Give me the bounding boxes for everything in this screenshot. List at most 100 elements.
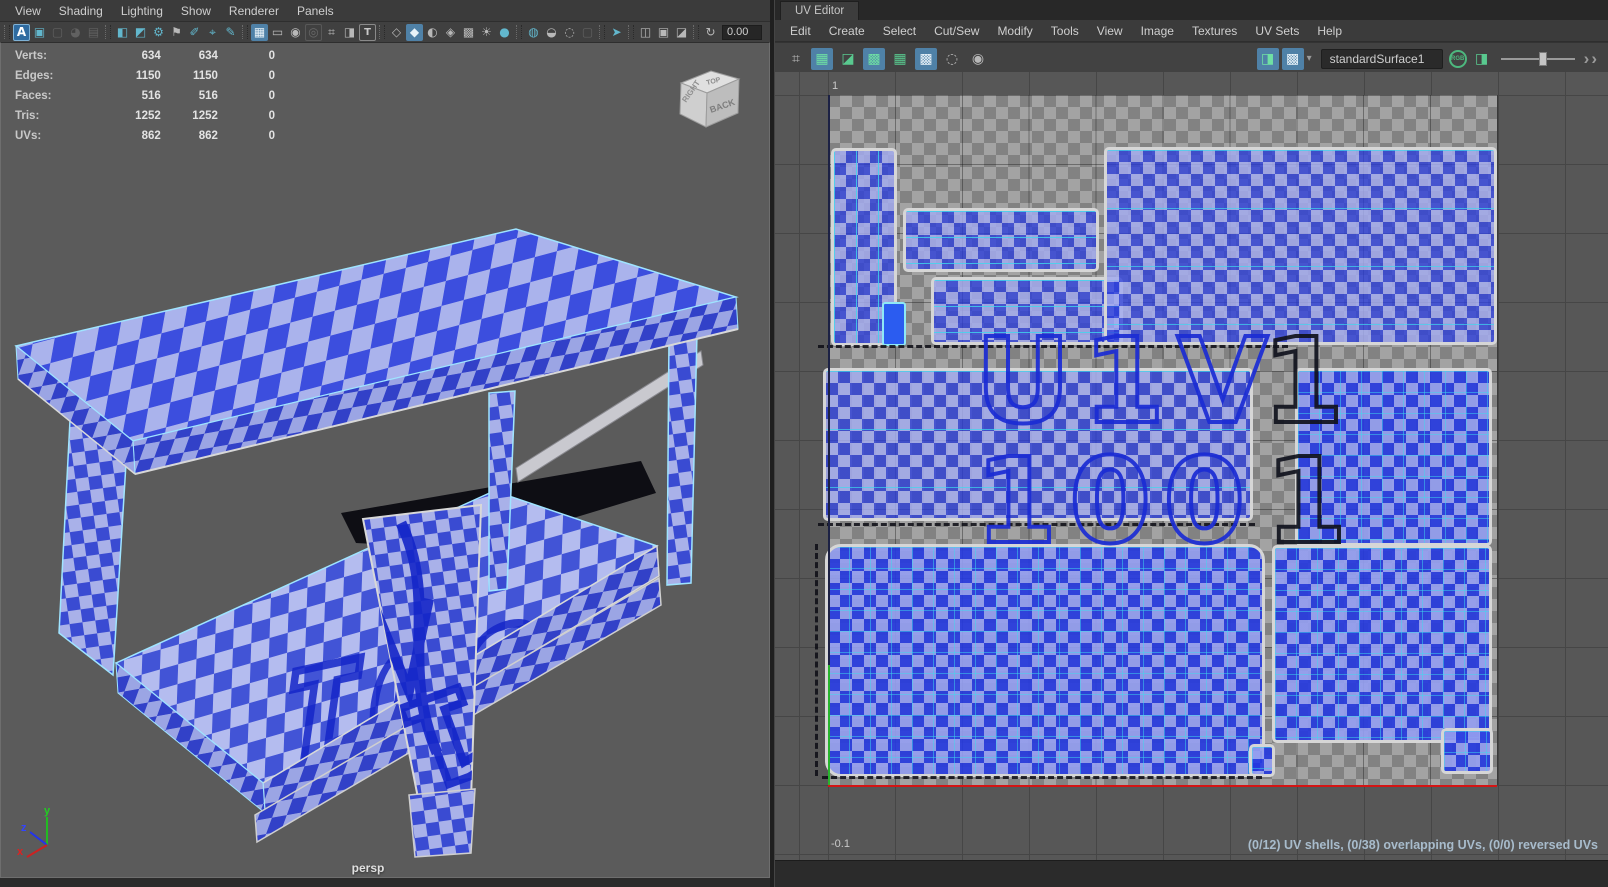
axis-z-label: z <box>21 822 27 834</box>
viewport-menubar: View Shading Lighting Show Renderer Panels <box>0 0 770 22</box>
camera-lock-icon[interactable]: ◩ <box>132 24 149 41</box>
axis-x-label: x <box>17 846 24 858</box>
textured-icon[interactable]: ◈ <box>442 24 459 41</box>
bookmark-icon[interactable]: ⚑ <box>168 24 185 41</box>
viewport-toolbar: A ▣ ▢ ◕ ▤ ◧ ◩ ⚙ ⚑ ✐ ⌖ ✎ ▦ ▭ ◉ ◎ ⌗ ◨ T ◇ ◆ ◐ ◈ ▩ ☀ ● ◍ ◒ ◌ ▢ ➤ ◫ ▣ ◪ ↻ 0.00 <box>0 22 770 42</box>
menu-select[interactable]: Select <box>874 24 925 38</box>
stat-row: Tris: 1252 1252 0 <box>15 110 276 122</box>
shade-uvs-icon[interactable]: ◌ <box>941 48 963 70</box>
view-cube[interactable]: TOP RIGHT BACK <box>673 65 747 135</box>
grid-icon[interactable]: ▦ <box>251 23 268 41</box>
checkered-icon[interactable]: ▩ <box>460 24 477 41</box>
menu-lighting[interactable]: Lighting <box>112 4 172 18</box>
film-gate-icon[interactable]: ▭ <box>269 24 286 41</box>
checker-tiles-button[interactable]: ▩ <box>1281 47 1304 70</box>
model-3d[interactable]: 1001 U1V 1 <box>1 43 770 878</box>
expand-chevron-icon[interactable]: › <box>1583 50 1591 67</box>
material-name-field[interactable]: standardSurface1 <box>1320 48 1443 69</box>
flat-shade-icon[interactable]: ◐ <box>424 24 441 41</box>
checker-map-icon[interactable]: ▩ <box>863 47 885 70</box>
lasso-select-icon[interactable]: ▢ <box>49 24 66 41</box>
texture-label-1-top: 1 <box>1260 312 1357 450</box>
uv-distortion-icon[interactable]: ▦ <box>811 47 833 70</box>
wireframe-icon[interactable]: ◇ <box>388 24 405 41</box>
toolbar-grip <box>516 25 522 39</box>
menu-uv-sets[interactable]: UV Sets <box>1246 24 1308 38</box>
display-image-button[interactable]: ◨ <box>1256 47 1279 70</box>
isolate-select-icon[interactable]: ◌ <box>561 24 578 41</box>
resolution-gate-icon[interactable]: ◉ <box>287 24 304 41</box>
uv-editor-panel: UV Editor Edit Create Select Cut/Sew Modify T… <box>775 0 1608 887</box>
perspective-panel: View Shading Lighting Show Renderer Panels A ▣… <box>0 0 770 887</box>
toolbar-grip <box>242 25 248 39</box>
stat-row: Edges: 1150 1150 0 <box>15 70 276 82</box>
pan-zoom-icon[interactable]: ⌖ <box>204 24 221 41</box>
smooth-shade-icon[interactable]: ◆ <box>406 23 423 41</box>
panel-bottom-strip <box>0 878 770 887</box>
uv-layout-icon[interactable]: ⌗ <box>785 48 807 70</box>
image-plane-icon[interactable]: ✐ <box>186 24 203 41</box>
slider-track <box>1500 57 1575 60</box>
menu-shading[interactable]: Shading <box>50 4 112 18</box>
uv-editor-tab[interactable]: UV Editor <box>780 1 860 20</box>
menu-textures[interactable]: Textures <box>1183 24 1246 38</box>
safe-action-icon[interactable]: ◨ <box>341 24 358 41</box>
toolbar-grip <box>4 25 10 39</box>
u-axis-line <box>828 785 1497 787</box>
field-chart-icon[interactable]: ⌗ <box>323 24 340 41</box>
v-axis-green-segment <box>828 665 830 785</box>
gate-mask-icon[interactable]: ◎ <box>305 23 322 41</box>
menu-view[interactable]: View <box>1088 24 1132 38</box>
copy-panel-icon[interactable]: ◫ <box>637 24 654 41</box>
grid-label-minus-point1: -0.1 <box>831 838 850 850</box>
texture-label-layer: U1V 1 100 1 <box>775 72 1608 860</box>
grease-pencil-icon[interactable]: ✎ <box>222 24 239 41</box>
model-foot <box>408 788 476 858</box>
xray-joints-icon[interactable]: ◒ <box>543 24 560 41</box>
uv-canvas[interactable]: U1V 1 100 1 (0/12) UV shells, (0/38) overla… <box>775 72 1608 860</box>
rgb-channels-icon[interactable]: RGB <box>1448 49 1467 68</box>
tearoff-panel-icon[interactable]: ◪ <box>673 24 690 41</box>
safe-title-icon[interactable]: T <box>359 23 376 41</box>
shadows-icon[interactable]: ● <box>496 24 513 41</box>
checker-density-icon[interactable]: ▦ <box>889 48 911 70</box>
uv-shell-border-icon[interactable]: ◪ <box>837 48 859 70</box>
uv-snapshot-icon[interactable]: ◉ <box>967 48 989 70</box>
model-leg-right <box>666 333 698 586</box>
pixel-grid-icon[interactable]: ▩ <box>915 47 937 70</box>
paste-panel-icon[interactable]: ▣ <box>655 24 672 41</box>
menu-modify[interactable]: Modify <box>988 24 1041 38</box>
image-dim-slider[interactable] <box>1500 50 1575 68</box>
perspective-viewport[interactable]: 1001 U1V 1 Verts:6346340Edges: <box>0 42 770 878</box>
select-tool-icon[interactable]: A <box>13 23 30 41</box>
image-ratio-icon[interactable]: ◨ <box>1471 48 1493 70</box>
menu-view[interactable]: View <box>6 4 50 18</box>
select-cursor-icon[interactable]: ➤ <box>608 24 625 41</box>
menu-show[interactable]: Show <box>172 4 220 18</box>
lights-icon[interactable]: ☀ <box>478 24 495 41</box>
paint-select-icon[interactable]: ◕ <box>67 24 84 41</box>
plugin-shapes-icon[interactable]: ▢ <box>579 24 596 41</box>
menu-help[interactable]: Help <box>1308 24 1351 38</box>
menu-edit[interactable]: Edit <box>781 24 820 38</box>
menu-image[interactable]: Image <box>1132 24 1183 38</box>
camera-icon[interactable]: ◧ <box>114 24 131 41</box>
uv-statistics-label: (0/12) UV shells, (0/38) overlapping UVs… <box>1247 838 1598 852</box>
camera-attributes-icon[interactable]: ⚙ <box>150 24 167 41</box>
menu-renderer[interactable]: Renderer <box>220 4 288 18</box>
menu-panels[interactable]: Panels <box>288 4 343 18</box>
menu-tools[interactable]: Tools <box>1042 24 1088 38</box>
menu-cut-sew[interactable]: Cut/Sew <box>925 24 988 38</box>
stat-row: Verts: 634 634 0 <box>15 50 276 62</box>
select-region-icon[interactable]: ▤ <box>85 24 102 41</box>
slider-handle[interactable] <box>1538 51 1547 66</box>
marquee-select-icon[interactable]: ▣ <box>31 24 48 41</box>
expand-chevron-icon-2[interactable]: › <box>1590 50 1598 67</box>
menu-create[interactable]: Create <box>820 24 874 38</box>
exposure-field[interactable]: 0.00 <box>722 24 762 40</box>
refresh-icon[interactable]: ↻ <box>702 24 719 41</box>
grid-label-v1: 1 <box>832 80 839 92</box>
xray-icon[interactable]: ◍ <box>525 24 542 41</box>
texture-dropdown-caret[interactable]: ▾ <box>1304 53 1315 64</box>
uv-editor-tabstrip: UV Editor <box>775 0 1608 20</box>
